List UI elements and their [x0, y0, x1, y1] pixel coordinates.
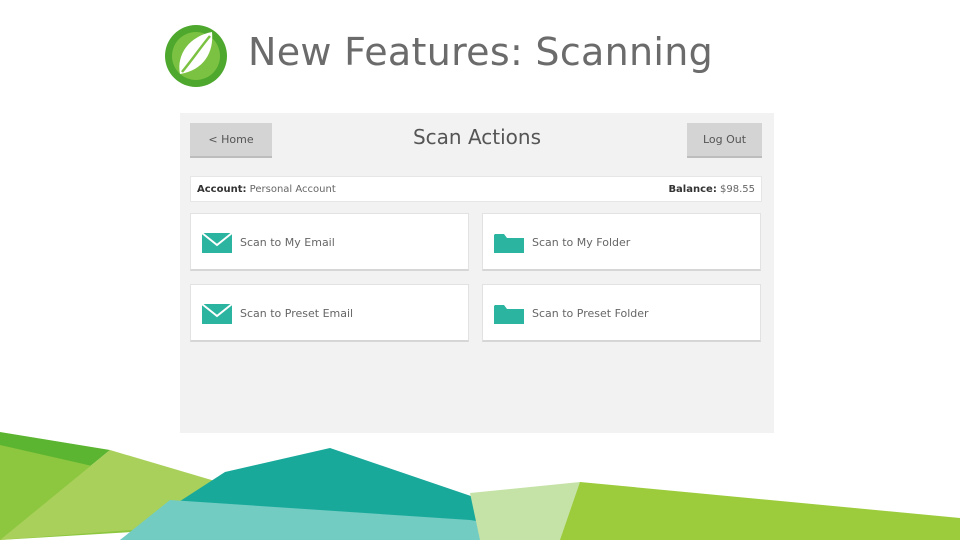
account-info: Account: Personal Account [197, 184, 336, 195]
tile-label: Scan to Preset Folder [532, 307, 649, 320]
scan-to-preset-email-button[interactable]: Scan to Preset Email [190, 284, 469, 342]
folder-icon [494, 234, 524, 253]
folder-icon [494, 305, 524, 324]
scan-to-my-folder-button[interactable]: Scan to My Folder [482, 213, 761, 271]
balance-label: Balance: [668, 184, 717, 195]
account-value: Personal Account [249, 184, 336, 195]
top-bar: < Home Scan Actions Log Out [180, 113, 774, 163]
screen-title: Scan Actions [412, 125, 542, 149]
tile-label: Scan to My Folder [532, 236, 631, 249]
envelope-icon [201, 232, 233, 253]
scan-to-my-email-button[interactable]: Scan to My Email [190, 213, 469, 271]
account-label: Account: [197, 184, 247, 195]
tile-label: Scan to My Email [240, 236, 335, 249]
decorative-footer-shapes [0, 432, 960, 540]
scan-to-preset-folder-button[interactable]: Scan to Preset Folder [482, 284, 761, 342]
logout-button[interactable]: Log Out [687, 123, 762, 158]
account-bar: Account: Personal Account Balance: $98.5… [190, 176, 762, 202]
balance-info: Balance: $98.55 [668, 184, 755, 195]
scan-actions-screen: < Home Scan Actions Log Out Account: Per… [180, 113, 774, 433]
slide-title: New Features: Scanning [248, 30, 714, 74]
tile-label: Scan to Preset Email [240, 307, 354, 320]
balance-value: $98.55 [720, 184, 755, 195]
leaf-logo-icon [165, 25, 227, 87]
envelope-icon [201, 303, 233, 324]
